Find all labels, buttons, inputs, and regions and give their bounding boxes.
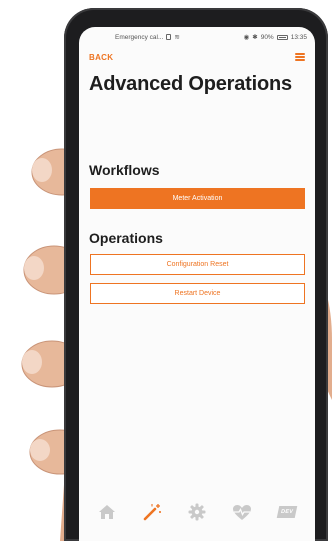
sim-icon — [166, 34, 172, 40]
meter-activation-button[interactable]: Meter Activation — [90, 188, 305, 209]
app-screen: Emergency cal... ≋ ◉ ✱ 90% 13:35 BACK Ad… — [79, 27, 315, 541]
eye-icon: ◉ — [243, 34, 250, 41]
dev-icon: DEV — [276, 506, 297, 518]
restart-device-button[interactable]: Restart Device — [90, 283, 305, 304]
battery-text: 90% — [260, 33, 274, 41]
nav-tools[interactable] — [137, 500, 167, 524]
clock-text: 13:35 — [290, 33, 307, 41]
workflows-heading: Workflows — [89, 162, 160, 178]
heart-pulse-icon — [232, 504, 251, 520]
bluetooth-icon: ✱ — [252, 34, 258, 41]
wifi-icon: ≋ — [174, 34, 180, 41]
nav-health[interactable] — [227, 500, 257, 524]
hamburger-menu-icon[interactable] — [295, 53, 305, 61]
configuration-reset-button[interactable]: Configuration Reset — [90, 254, 305, 275]
app-header: BACK — [79, 49, 315, 65]
home-icon — [99, 505, 116, 519]
status-bar: Emergency cal... ≋ ◉ ✱ 90% 13:35 — [79, 27, 315, 47]
operations-heading: Operations — [89, 230, 163, 246]
gear-icon — [188, 503, 206, 521]
back-button[interactable]: BACK — [89, 53, 113, 62]
magic-wand-icon — [143, 504, 162, 521]
bottom-nav: DEV — [79, 497, 315, 527]
page-title: Advanced Operations — [89, 73, 292, 95]
nav-settings[interactable] — [182, 500, 212, 524]
carrier-text: Emergency cal... — [115, 33, 164, 41]
nav-home[interactable] — [92, 500, 122, 524]
nav-dev[interactable]: DEV — [272, 500, 302, 524]
battery-icon — [276, 34, 288, 40]
